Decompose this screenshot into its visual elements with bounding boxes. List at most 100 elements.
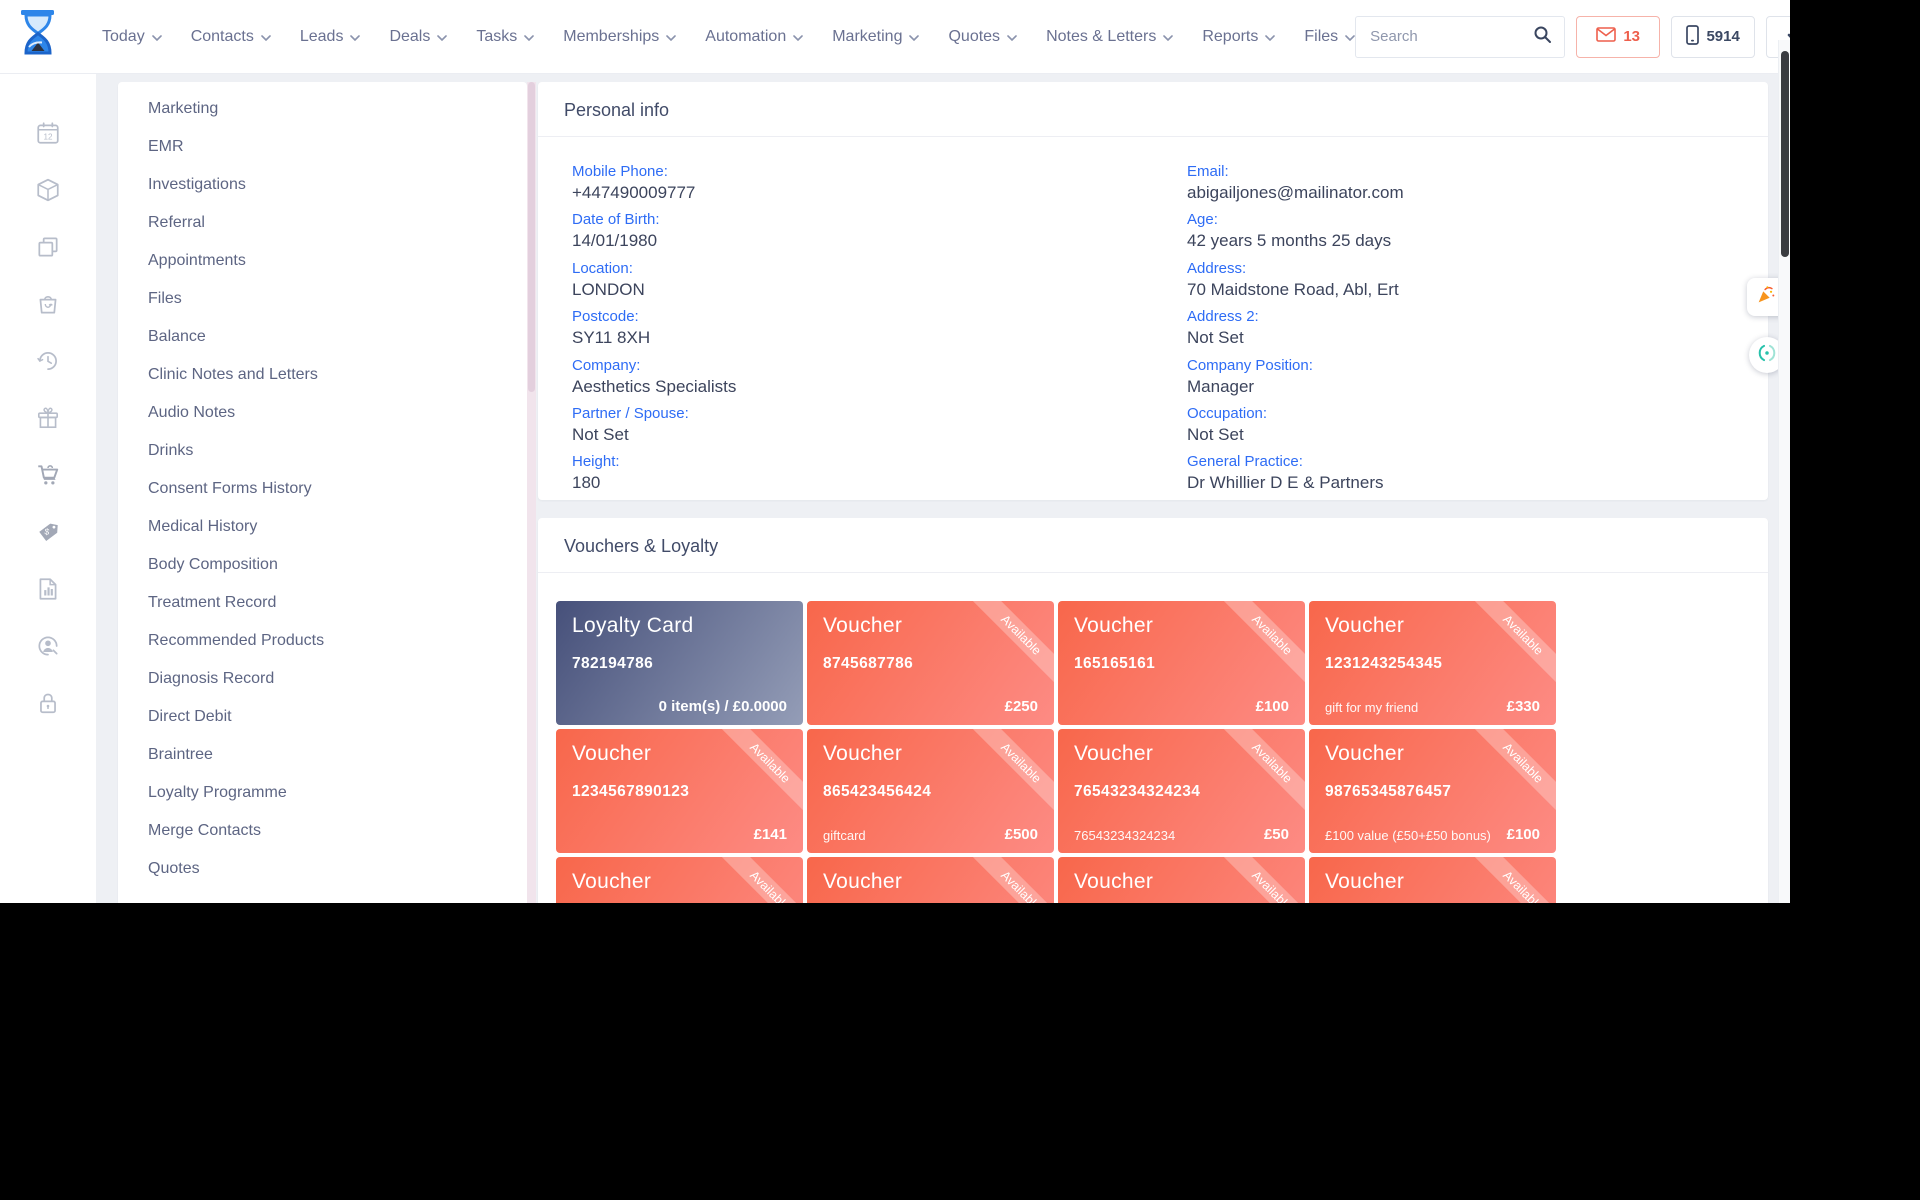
voucher-number: 98765345876457 bbox=[1325, 783, 1540, 801]
personal-info-body: Mobile Phone: +447490009777 Date of Birt… bbox=[538, 137, 1768, 502]
field-value: 180 bbox=[572, 473, 1153, 493]
sidebar-item[interactable]: Braintree bbox=[118, 736, 527, 774]
voucher-tile[interactable]: Available Voucher bbox=[1058, 857, 1305, 903]
field-value: abigailjones@mailinator.com bbox=[1187, 183, 1768, 203]
field-label: Email: bbox=[1187, 163, 1768, 181]
gift-icon[interactable] bbox=[35, 405, 61, 431]
sidebar-item[interactable]: Drinks bbox=[118, 432, 527, 470]
nav-item-label: Memberships bbox=[563, 28, 659, 46]
sidebar-item[interactable]: Recommended Products bbox=[118, 622, 527, 660]
app-logo[interactable] bbox=[18, 9, 58, 64]
sidebar-item[interactable]: Clinic Notes and Letters bbox=[118, 356, 527, 394]
voucher-footer: £250 bbox=[823, 698, 1038, 715]
mail-badge[interactable]: 13 bbox=[1576, 16, 1660, 58]
field-label: Age: bbox=[1187, 211, 1768, 229]
copy-icon[interactable] bbox=[35, 234, 61, 260]
voucher-tile[interactable]: Available Voucher bbox=[556, 857, 803, 903]
search-input[interactable] bbox=[1356, 28, 1520, 45]
nav-item[interactable]: Automation bbox=[705, 28, 803, 46]
voucher-title: Voucher bbox=[1074, 742, 1289, 766]
nav-item[interactable]: Quotes bbox=[948, 28, 1017, 46]
sidebar-item[interactable]: Balance bbox=[118, 318, 527, 356]
voucher-tile[interactable]: Available Voucher bbox=[1309, 857, 1556, 903]
nav-item-label: Deals bbox=[389, 28, 430, 46]
sidebar-item[interactable]: Merge Contacts bbox=[118, 812, 527, 850]
voucher-tile[interactable]: Available Voucher 8745687786 £250 bbox=[807, 601, 1054, 725]
sidebar-item[interactable]: Treatment Record bbox=[118, 584, 527, 622]
loyalty-card-tile[interactable]: Loyalty Card 782194786 0 item(s) / £0.00… bbox=[556, 601, 803, 725]
voucher-tile[interactable]: Available Voucher 165165161 £100 bbox=[1058, 601, 1305, 725]
vouchers-loyalty-card: Vouchers & Loyalty Loyalty Card 78219478… bbox=[538, 518, 1768, 903]
sidebar-item[interactable]: Investigations bbox=[118, 166, 527, 204]
sidebar-item[interactable]: Appointments bbox=[118, 242, 527, 280]
voucher-tile[interactable]: Available Voucher 98765345876457 £100 va… bbox=[1309, 729, 1556, 853]
phone-count: 5914 bbox=[1706, 28, 1739, 45]
icon-rail: 12 $ bbox=[0, 74, 96, 903]
sidebar-item[interactable]: Files bbox=[118, 280, 527, 318]
nav-item[interactable]: Tasks bbox=[476, 28, 534, 46]
cube-icon[interactable] bbox=[35, 177, 61, 203]
nav-item[interactable]: Contacts bbox=[191, 28, 271, 46]
voucher-footer: £100 bbox=[1074, 698, 1289, 715]
voucher-tile[interactable]: Available Voucher 1234567890123 £141 bbox=[556, 729, 803, 853]
voucher-title: Voucher bbox=[572, 870, 787, 894]
nav-item[interactable]: Today bbox=[102, 28, 162, 46]
nav-item[interactable]: Deals bbox=[389, 28, 447, 46]
sidebar-item[interactable]: Diagnosis Record bbox=[118, 660, 527, 698]
voucher-amount: £141 bbox=[754, 826, 787, 843]
lock-icon[interactable] bbox=[35, 690, 61, 716]
voucher-number: 165165161 bbox=[1074, 655, 1289, 673]
sidebar-item[interactable]: Medical History bbox=[118, 508, 527, 546]
shopping-bag-icon[interactable] bbox=[35, 291, 61, 317]
field-label: Company Position: bbox=[1187, 357, 1768, 375]
voucher-title: Voucher bbox=[1325, 870, 1540, 894]
sidebar-item[interactable]: Body Composition bbox=[118, 546, 527, 584]
field-label: Company: bbox=[572, 357, 1153, 375]
nav-item[interactable]: Files bbox=[1304, 28, 1355, 46]
contact-sidebar: Marketing EMR Investigations Referral Ap… bbox=[118, 82, 527, 903]
voucher-grid: Loyalty Card 782194786 0 item(s) / £0.00… bbox=[538, 573, 1768, 903]
report-icon[interactable] bbox=[35, 576, 61, 602]
field-value: LONDON bbox=[572, 280, 1153, 300]
cart-icon[interactable] bbox=[35, 462, 61, 488]
mail-count: 13 bbox=[1623, 28, 1640, 45]
page-scrollbar-thumb[interactable] bbox=[1781, 51, 1789, 257]
loyalty-card-balance: 0 item(s) / £0.0000 bbox=[659, 698, 787, 715]
nav-item[interactable]: Notes & Letters bbox=[1046, 28, 1173, 46]
nav-item[interactable]: Memberships bbox=[563, 28, 676, 46]
field-value: SY11 8XH bbox=[572, 328, 1153, 348]
field-label: Mobile Phone: bbox=[572, 163, 1153, 181]
sidebar-item[interactable]: Quotes bbox=[118, 850, 527, 888]
voucher-tile[interactable]: Available Voucher bbox=[807, 857, 1054, 903]
nav-item[interactable]: Marketing bbox=[832, 28, 919, 46]
field-value: 70 Maidstone Road, Abl, Ert bbox=[1187, 280, 1768, 300]
chevron-down-icon bbox=[909, 28, 919, 46]
voucher-footer: £100 value (£50+£50 bonus) £100 bbox=[1325, 826, 1540, 843]
search-button[interactable] bbox=[1520, 17, 1564, 57]
account-icon[interactable] bbox=[35, 633, 61, 659]
info-field: Date of Birth: 14/01/1980 bbox=[572, 211, 1153, 251]
sidebar-item[interactable]: Referral bbox=[118, 204, 527, 242]
phone-badge[interactable]: 5914 bbox=[1671, 16, 1755, 58]
calendar-icon[interactable]: 12 bbox=[35, 120, 61, 146]
sidebar-item[interactable]: Marketing bbox=[118, 90, 527, 128]
chevron-down-icon bbox=[1265, 28, 1275, 46]
history-icon[interactable] bbox=[35, 348, 61, 374]
voucher-tile[interactable]: Available Voucher 1231243254345 gift for… bbox=[1309, 601, 1556, 725]
nav-item-label: Quotes bbox=[948, 28, 1000, 46]
voucher-tile[interactable]: Available Voucher 76543234324234 7654323… bbox=[1058, 729, 1305, 853]
voucher-tile[interactable]: Available Voucher 865423456424 giftcard … bbox=[807, 729, 1054, 853]
sidebar-item[interactable]: Direct Debit bbox=[118, 698, 527, 736]
voucher-title: Voucher bbox=[1074, 614, 1289, 638]
field-label: Occupation: bbox=[1187, 405, 1768, 423]
nav-item[interactable]: Leads bbox=[300, 28, 361, 46]
sidebar-scrollbar-thumb[interactable] bbox=[528, 82, 535, 392]
sidebar-item[interactable]: Audio Notes bbox=[118, 394, 527, 432]
sidebar-item[interactable]: Loyalty Programme bbox=[118, 774, 527, 812]
voucher-footer: £141 bbox=[572, 826, 787, 843]
voucher-amount: £50 bbox=[1264, 826, 1289, 843]
price-tag-icon[interactable]: $ bbox=[35, 519, 61, 545]
sidebar-item[interactable]: Consent Forms History bbox=[118, 470, 527, 508]
sidebar-item[interactable]: EMR bbox=[118, 128, 527, 166]
nav-item[interactable]: Reports bbox=[1202, 28, 1275, 46]
